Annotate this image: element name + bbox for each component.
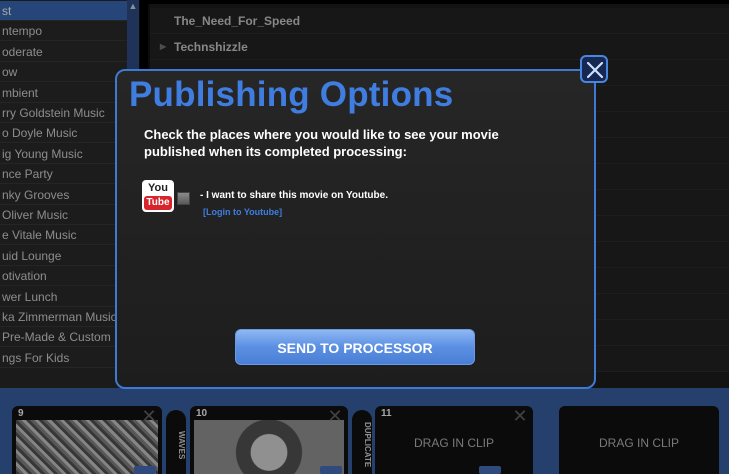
login-to-youtube-link[interactable]: [Login to Youtube]	[203, 207, 282, 217]
close-icon	[586, 61, 604, 79]
youtube-icon: You Tube	[142, 180, 174, 212]
close-dialog-button[interactable]	[580, 55, 608, 83]
dialog-title: Publishing Options	[129, 75, 454, 114]
dialog-description: Check the places where you would like to…	[144, 127, 499, 159]
publishing-options-dialog: Publishing Options Check the places wher…	[115, 69, 596, 389]
youtube-share-checkbox[interactable]	[177, 192, 190, 205]
youtube-share-label: - I want to share this movie on Youtube.	[200, 190, 388, 201]
send-to-processor-button[interactable]: SEND TO PROCESSOR	[235, 329, 475, 365]
